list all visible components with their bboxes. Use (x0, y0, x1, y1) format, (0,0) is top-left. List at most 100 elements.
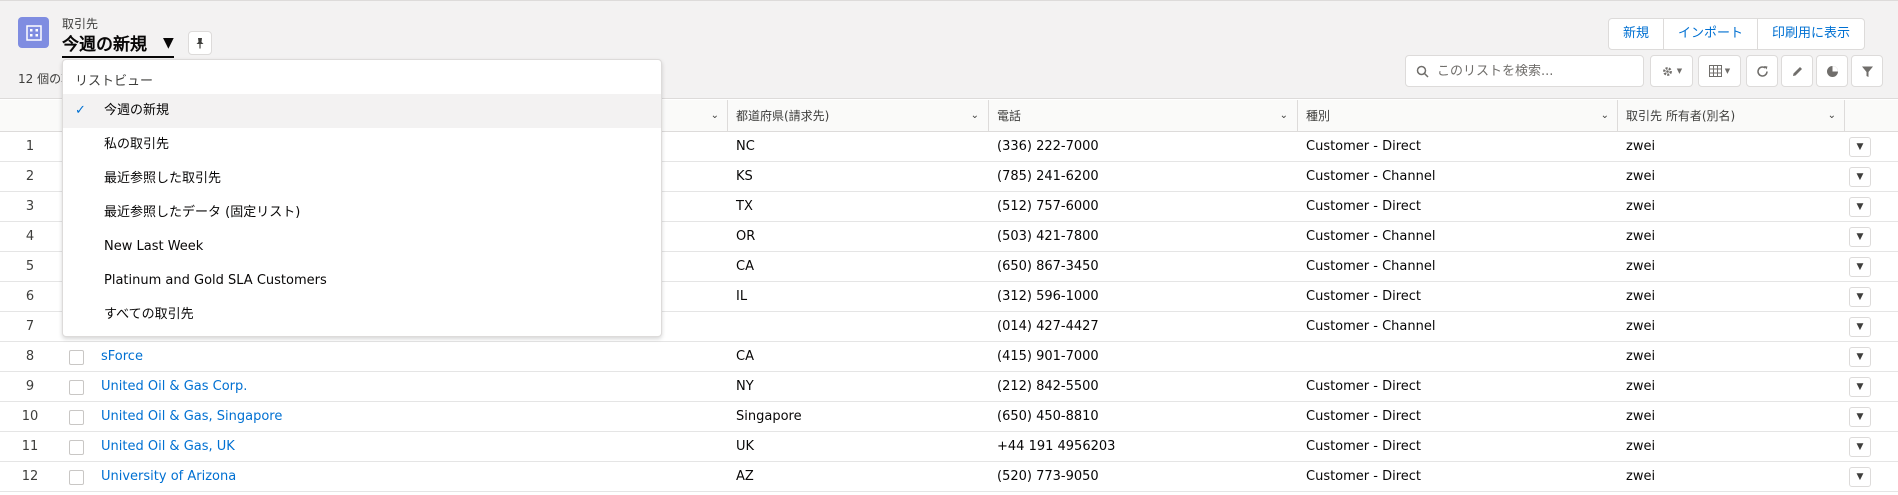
row-action-button[interactable]: ▼ (1849, 377, 1871, 397)
list-view-option-label: New Last Week (104, 239, 204, 254)
cell-type: Customer - Channel (1306, 319, 1436, 334)
table-row: 10 United Oil & Gas, Singapore Singapore… (0, 402, 1898, 432)
row-action-button[interactable]: ▼ (1849, 137, 1871, 157)
chevron-down-icon: ▼ (1856, 172, 1864, 182)
chevron-down-icon: ▼ (1856, 202, 1864, 212)
row-action-button[interactable]: ▼ (1849, 347, 1871, 367)
edit-list-button[interactable] (1781, 55, 1813, 87)
filter-button[interactable] (1851, 55, 1883, 87)
printable-view-button[interactable]: 印刷用に表示 (1758, 19, 1864, 49)
row-number: 4 (25, 229, 35, 244)
chevron-down-icon[interactable]: ⌄ (711, 100, 719, 132)
row-number: 6 (25, 289, 35, 304)
row-checkbox[interactable] (69, 380, 84, 395)
account-name-link[interactable]: United Oil & Gas, Singapore (101, 402, 282, 432)
cell-phone: (415) 901-7000 (997, 349, 1099, 364)
row-action-button[interactable]: ▼ (1849, 437, 1871, 457)
cell-type: Customer - Channel (1306, 259, 1436, 274)
cell-type: Customer - Channel (1306, 169, 1436, 184)
table-row: 11 United Oil & Gas, UK UK +44 191 49562… (0, 432, 1898, 462)
search-input[interactable] (1437, 63, 1627, 79)
row-action-button[interactable]: ▼ (1849, 317, 1871, 337)
list-view-option[interactable]: Platinum and Gold SLA Customers (63, 264, 661, 298)
row-action-button[interactable]: ▼ (1849, 197, 1871, 217)
list-view-option[interactable]: 最近参照した取引先 (63, 162, 661, 196)
account-name-link[interactable]: United Oil & Gas, UK (101, 432, 235, 462)
cell-state: OR (736, 229, 756, 244)
chevron-down-icon[interactable]: ⌄ (1280, 100, 1288, 132)
list-view-page: 取引先 今週の新規 ▼ 12 個の項目 新規 インポート 印刷用に表示 このリス… (0, 0, 1898, 495)
row-number: 1 (25, 139, 35, 154)
cell-state: KS (736, 169, 753, 184)
building-icon (18, 17, 49, 48)
row-action-button[interactable]: ▼ (1849, 467, 1871, 487)
import-button[interactable]: インポート (1664, 19, 1759, 49)
row-number: 9 (25, 379, 35, 394)
column-header-type[interactable]: 種別 ⌄ (1297, 100, 1617, 132)
list-view-option[interactable]: 私の取引先 (63, 128, 661, 162)
table-row: 8 sForce CA (415) 901-7000 zwei ▼ (0, 342, 1898, 372)
list-view-option[interactable]: New Last Week (63, 230, 661, 264)
cell-owner: zwei (1626, 199, 1656, 214)
list-view-option-label: すべての取引先 (104, 307, 194, 322)
row-action-button[interactable]: ▼ (1849, 287, 1871, 307)
table-row: 12 University of Arizona AZ (520) 773-90… (0, 462, 1898, 492)
list-view-option-label: 最近参照した取引先 (104, 171, 222, 186)
column-label: 電話 (997, 109, 1022, 123)
row-checkbox[interactable] (69, 410, 84, 425)
column-header-name-menu[interactable]: ⌄ (696, 100, 727, 132)
chevron-down-icon: ▼ (1856, 292, 1864, 302)
cell-type: Customer - Direct (1306, 379, 1422, 394)
list-view-selector[interactable]: 今週の新規 ▼ (62, 30, 174, 58)
row-action-button[interactable]: ▼ (1849, 407, 1871, 427)
column-header-owner[interactable]: 取引先 所有者(別名) ⌄ (1617, 100, 1844, 132)
cell-phone: (520) 773-9050 (997, 469, 1099, 484)
account-name-link[interactable]: University of Arizona (101, 462, 236, 492)
chevron-down-icon[interactable]: ⌄ (971, 100, 979, 132)
gear-icon (1662, 66, 1672, 76)
cell-phone: +44 191 4956203 (997, 439, 1116, 454)
chevron-down-icon[interactable]: ⌄ (1828, 100, 1836, 132)
refresh-button[interactable] (1746, 55, 1778, 87)
column-header-phone[interactable]: 電話 ⌄ (988, 100, 1296, 132)
cell-state: AZ (736, 469, 754, 484)
row-number: 7 (25, 319, 35, 334)
pin-icon (196, 38, 204, 49)
cell-owner: zwei (1626, 439, 1656, 454)
filter-icon (1861, 66, 1873, 77)
row-number: 11 (21, 439, 39, 454)
account-name-link[interactable]: sForce (101, 342, 143, 372)
row-checkbox[interactable] (69, 470, 84, 485)
cell-type: Customer - Channel (1306, 229, 1436, 244)
cell-owner: zwei (1626, 289, 1656, 304)
chevron-down-icon[interactable]: ⌄ (1601, 100, 1609, 132)
cell-owner: zwei (1626, 139, 1656, 154)
display-as-button[interactable]: ▼ (1698, 55, 1741, 87)
new-button[interactable]: 新規 (1609, 19, 1665, 49)
cell-state: NY (736, 379, 754, 394)
row-checkbox[interactable] (69, 350, 84, 365)
row-checkbox[interactable] (69, 440, 84, 455)
row-action-button[interactable]: ▼ (1849, 227, 1871, 247)
chart-button[interactable] (1816, 55, 1848, 87)
pin-button[interactable] (188, 31, 212, 55)
account-name-link[interactable]: United Oil & Gas Corp. (101, 372, 247, 402)
list-view-option[interactable]: すべての取引先 (63, 298, 661, 332)
column-header-state[interactable]: 都道府県(請求先) ⌄ (727, 100, 987, 132)
list-view-option-label: 私の取引先 (104, 137, 170, 152)
row-action-button[interactable]: ▼ (1849, 257, 1871, 277)
list-view-option[interactable]: ✓ 今週の新規 (63, 94, 661, 128)
cell-owner: zwei (1626, 469, 1656, 484)
row-action-button[interactable]: ▼ (1849, 167, 1871, 187)
cell-phone: (503) 421-7800 (997, 229, 1099, 244)
chevron-down-icon: ▼ (1856, 262, 1864, 272)
list-settings-button[interactable]: ▼ (1650, 55, 1693, 87)
list-view-option[interactable]: 最近参照したデータ (固定リスト) (63, 196, 661, 230)
column-label: 種別 (1306, 109, 1331, 123)
cell-owner: zwei (1626, 319, 1656, 334)
cell-state: Singapore (736, 409, 802, 424)
search-icon (1416, 65, 1429, 78)
chevron-down-icon: ▼ (1856, 142, 1864, 152)
cell-phone: (014) 427-4427 (997, 319, 1099, 334)
chevron-down-icon: ▼ (1856, 442, 1864, 452)
